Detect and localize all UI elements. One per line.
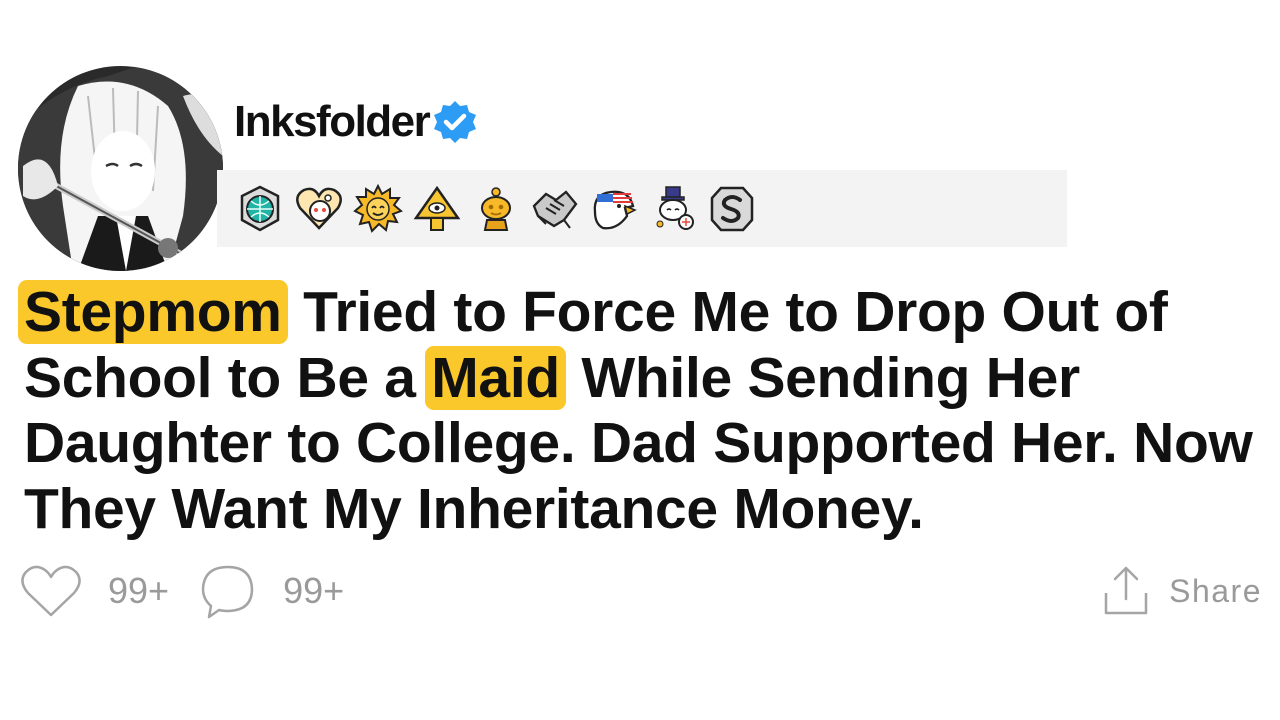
handshake-award-icon[interactable] — [530, 184, 580, 234]
highlight-stepmom: Stepmom — [18, 280, 288, 344]
share-icon — [1104, 566, 1148, 615]
verified-badge-icon — [434, 101, 477, 143]
snoo-heart-award-icon[interactable] — [294, 184, 344, 234]
share-label: Share — [1169, 572, 1262, 609]
avatar[interactable] — [18, 66, 223, 271]
like-button[interactable]: 99+ — [20, 563, 199, 619]
silver-s-award-icon[interactable] — [707, 184, 757, 234]
eagle-award-icon[interactable] — [589, 184, 639, 234]
comment-button[interactable]: 99+ — [199, 562, 374, 620]
username[interactable]: Inksfolder — [234, 97, 431, 147]
pyramid-eye-award-icon[interactable] — [412, 184, 462, 234]
like-count: 99+ — [108, 570, 170, 611]
comment-count: 99+ — [283, 570, 345, 611]
post-card: Inksfolder Stepmom Tried to Force Me to … — [0, 0, 1280, 720]
username-row: Inksfolder — [234, 94, 479, 150]
sun-award-icon[interactable] — [353, 183, 403, 234]
gold-snoo-award-icon[interactable] — [471, 184, 521, 234]
awards-bar — [217, 170, 1067, 247]
avatar-illustration — [18, 66, 223, 271]
share-button[interactable]: Share — [1103, 565, 1262, 617]
heart-icon — [21, 565, 81, 617]
post-title[interactable]: Stepmom Tried to Force Me to Drop Out of… — [18, 280, 1274, 542]
highlight-maid: Maid — [425, 345, 566, 410]
actions-bar: 99+ 99+ Share — [20, 560, 1262, 622]
comment-icon — [201, 565, 254, 619]
snoo-tophat-award-icon[interactable] — [648, 184, 698, 234]
globe-award-icon[interactable] — [235, 184, 285, 234]
